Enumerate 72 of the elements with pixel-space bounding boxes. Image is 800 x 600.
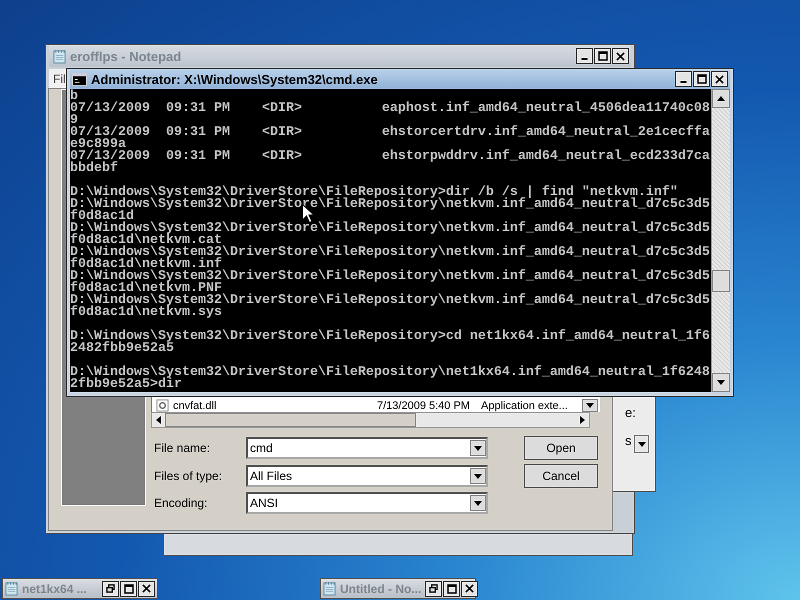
console-line: f0d8ac1d\netkvm.sys bbox=[70, 307, 222, 319]
dialog-button[interactable]: Open bbox=[524, 436, 598, 460]
restore-icon bbox=[429, 584, 438, 593]
field-label: Encoding: bbox=[153, 496, 208, 510]
horizontal-scrollbar[interactable] bbox=[151, 412, 590, 428]
close-icon bbox=[142, 584, 151, 593]
close-icon bbox=[465, 584, 474, 593]
window-title: Untitled - No... bbox=[340, 582, 422, 596]
field-label: Files of type: bbox=[153, 469, 224, 483]
console-line: 9 bbox=[70, 115, 78, 127]
caret-icon bbox=[474, 474, 482, 478]
maximize-icon bbox=[598, 51, 608, 61]
console-line: D:\Windows\System32\DriverStore\FileRepository\net1kx64.inf_amd64_neutral_1f6248 bbox=[70, 367, 710, 379]
console-line: 07/13/2009 09:31 PM <DIR> eaphost.inf_amd64_neutral_4506dea11740c08 bbox=[70, 103, 710, 115]
scroll-thumb[interactable] bbox=[712, 270, 730, 292]
window-title: Administrator: X:\Windows\System32\cmd.exe bbox=[91, 72, 379, 86]
dropdown-button[interactable] bbox=[634, 435, 649, 453]
minimize-icon bbox=[680, 81, 687, 83]
console-line: 2fbb9e52a5>dir bbox=[70, 379, 182, 391]
menu-item[interactable]: Fil bbox=[53, 72, 66, 86]
field-label: s bbox=[625, 433, 632, 450]
notepad-icon bbox=[323, 581, 336, 596]
combo-box[interactable]: All Files bbox=[246, 465, 488, 487]
dialog-button[interactable]: Cancel bbox=[524, 464, 598, 488]
console-line: 2482fbb9e52a5 bbox=[70, 343, 174, 355]
console-line: D:\Windows\System32\DriverStore\FileRepository\netkvm.inf_amd64_neutral_d7c5c3d5 bbox=[70, 199, 710, 211]
console-line: D:\Windows\System32\DriverStore\FileRepository>cd net1kx64.inf_amd64_neutral_1f6 bbox=[70, 331, 710, 343]
file-name[interactable]: cnvfat.dll bbox=[173, 400, 373, 412]
close-icon bbox=[715, 74, 724, 84]
maximize-icon bbox=[696, 74, 706, 84]
caret-icon bbox=[474, 446, 482, 450]
console-line: D:\Windows\System32\DriverStore\FileRepository\netkvm.inf_amd64_neutral_d7c5c3d5 bbox=[70, 247, 710, 259]
combo-box[interactable]: ANSI bbox=[246, 492, 488, 514]
maximize-button[interactable] bbox=[120, 580, 137, 596]
minimize-button[interactable] bbox=[425, 580, 442, 596]
console-icon bbox=[72, 72, 87, 86]
close-button[interactable] bbox=[461, 580, 478, 596]
caret-icon bbox=[638, 442, 646, 446]
console-line: D:\Windows\System32\DriverStore\FileRepository\netkvm.inf_amd64_neutral_d7c5c3d5 bbox=[70, 223, 710, 235]
combo-box[interactable]: cmd bbox=[246, 437, 488, 459]
console-line: b bbox=[70, 91, 78, 103]
console-line: bbdebf bbox=[70, 163, 118, 175]
notepad-icon bbox=[53, 48, 66, 64]
close-button[interactable] bbox=[138, 580, 155, 596]
close-icon bbox=[616, 52, 625, 60]
right-arrow-icon bbox=[580, 416, 585, 424]
down-arrow-icon bbox=[586, 403, 594, 408]
up-arrow-icon bbox=[717, 96, 726, 101]
file-type: Application exte... bbox=[481, 400, 568, 412]
down-arrow-icon bbox=[717, 380, 726, 385]
minimize-icon bbox=[581, 58, 588, 60]
maximize-icon bbox=[446, 584, 457, 594]
field-label: e: bbox=[625, 405, 636, 422]
minimize-button[interactable] bbox=[102, 580, 119, 596]
vertical-scrollbar[interactable] bbox=[711, 89, 730, 392]
console-line: D:\Windows\System32\DriverStore\FileRepository\netkvm.inf_amd64_neutral_d7c5c3d5 bbox=[70, 295, 710, 307]
close-button[interactable] bbox=[711, 71, 728, 87]
maximize-button[interactable] bbox=[693, 71, 710, 87]
console-line: 07/13/2009 09:31 PM <DIR> ehstorcertdrv.inf_amd64_neutral_2e1cecffa bbox=[70, 127, 710, 139]
maximize-icon bbox=[124, 584, 134, 594]
left-arrow-icon bbox=[156, 416, 161, 424]
window-title: erofflps - Notepad bbox=[70, 48, 182, 64]
console-line: D:\Windows\System32\DriverStore\FileRepository\netkvm.inf_amd64_neutral_d7c5c3d5 bbox=[70, 271, 710, 283]
maximize-button[interactable] bbox=[443, 580, 460, 596]
notepad-icon bbox=[5, 581, 18, 596]
scroll-down-button[interactable] bbox=[582, 399, 598, 412]
minimize-button[interactable] bbox=[675, 71, 692, 87]
file-date: 7/13/2009 5:40 PM bbox=[377, 400, 471, 412]
restore-icon bbox=[106, 584, 115, 593]
field-label: File name: bbox=[153, 441, 212, 455]
caret-icon bbox=[474, 500, 482, 506]
window-title: net1kx64 ... bbox=[22, 582, 88, 596]
